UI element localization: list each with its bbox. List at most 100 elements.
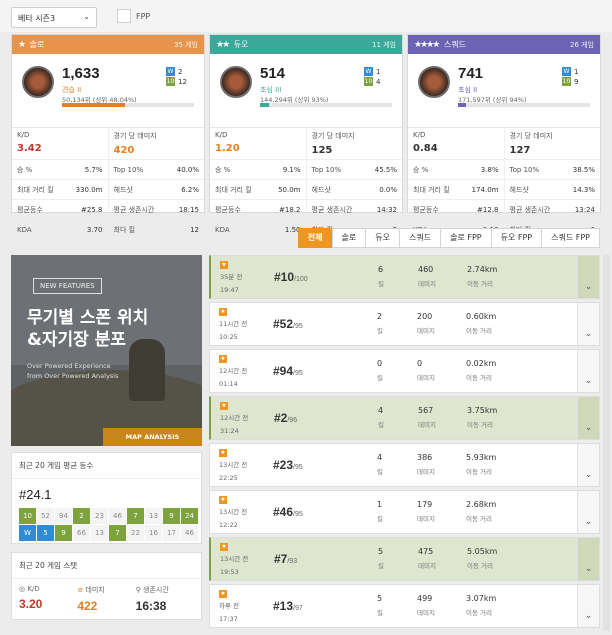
recent-kd: ◎ K/D 3.20 xyxy=(19,585,43,611)
match-damage: 200 데미지 xyxy=(417,312,435,335)
match-duration: 10:25 xyxy=(219,333,238,341)
mode-card: ★ 솔로 35 게임 1,633 견습 II 50,134위 (상위 48.04… xyxy=(11,34,205,240)
rank-cell: 46 xyxy=(181,525,198,541)
stat-row: 평균등수 #12.8 평균 생존시간 13:24 xyxy=(408,200,600,220)
stat-row: 승 % 3.8% Top 10% 38.5% xyxy=(408,160,600,180)
match-row[interactable]: ★ 13시간 전 12:22 #46/95 1킬 179 데미지 2.68km 이동… xyxy=(209,490,600,534)
stat-row: 최대 거리 킬 330.0m 헤드샷 6.2% xyxy=(12,180,204,200)
expand-chevron-icon[interactable]: ⌄ xyxy=(577,444,599,486)
tab-6[interactable]: 스쿼드 FPP xyxy=(541,228,600,248)
rank-progress-bar xyxy=(260,103,392,107)
recent-stats-title: 최근 20 게임 스탯 xyxy=(12,553,201,579)
match-damage: 499 데미지 xyxy=(417,594,435,617)
expand-chevron-icon[interactable]: ⌄ xyxy=(577,491,599,533)
solo-mode-icon: ★ xyxy=(219,308,227,316)
top10-icon: 10 xyxy=(562,77,571,86)
recent-survival: ⚲ 생존시간 16:38 xyxy=(135,586,169,613)
solo-mode-icon: ★ xyxy=(219,590,227,598)
expand-chevron-icon[interactable]: ⌄ xyxy=(577,538,599,580)
stat-row: KDA 3.70 최다 킬 12 xyxy=(12,220,204,240)
match-kills: 6킬 xyxy=(378,265,384,288)
rating: 514 xyxy=(260,65,286,82)
rating: 741 xyxy=(458,65,484,82)
match-placement: #46/95 xyxy=(273,505,303,519)
map-analysis-button[interactable]: MAP ANALYSIS xyxy=(103,428,202,446)
win-icon: W xyxy=(166,67,175,76)
rank-cell: 46 xyxy=(109,508,126,524)
rating-block: 1,633 견습 II 50,134위 (상위 48.04%) W2 10 12 xyxy=(12,54,204,128)
expand-chevron-icon[interactable]: ⌄ xyxy=(577,397,599,439)
tab-0[interactable]: 전체 xyxy=(297,228,333,248)
games-count: 11 게임 xyxy=(371,41,396,49)
match-distance: 3.07km 이동 거리 xyxy=(466,594,497,617)
expand-chevron-icon[interactable]: ⌄ xyxy=(577,256,599,298)
win-top10-badge: W1 10 9 xyxy=(562,67,579,86)
win-icon: W xyxy=(562,67,571,76)
match-duration: 01:14 xyxy=(219,380,238,388)
tab-2[interactable]: 듀오 xyxy=(365,228,400,248)
top10-icon: 10 xyxy=(364,77,373,86)
match-duration: 17:37 xyxy=(219,615,238,623)
season-select[interactable]: 베타 시즌3 ⌄ xyxy=(11,7,97,28)
mode-icon: ★★★★ xyxy=(414,40,440,50)
card-header: ★★ 듀오 11 게임 xyxy=(210,35,402,54)
match-row[interactable]: ★ 13시간 전 22:25 #23/95 4킬 386 데미지 5.93km 이동… xyxy=(209,443,600,487)
match-placement: #23/95 xyxy=(273,458,303,472)
rank-cell: 66 xyxy=(73,525,90,541)
match-row[interactable]: ★ 12시간 전 01:14 #94/95 0킬 0 데미지 0.02km 이동 거… xyxy=(209,349,600,393)
match-row[interactable]: ★ 35분 전 19:47 #10/100 6킬 460 데미지 2.74km 이동… xyxy=(209,255,600,299)
scrollbar[interactable] xyxy=(603,255,610,631)
rank-cell: 16 xyxy=(145,525,162,541)
match-row[interactable]: ★ 하루 전 17:37 #13/97 5킬 499 데미지 3.07km 이동 거… xyxy=(209,584,600,628)
match-duration: 12:22 xyxy=(219,521,238,529)
rank-cell: 22 xyxy=(127,525,144,541)
match-ago: 35분 전 xyxy=(220,273,243,281)
solo-mode-icon: ★ xyxy=(220,543,228,551)
stat-row: 최대 거리 킬 174.0m 헤드샷 14.3% xyxy=(408,180,600,200)
stat-row: 승 % 9.1% Top 10% 45.5% xyxy=(210,160,402,180)
rank-progress-bar xyxy=(458,103,590,107)
match-kills: 5킬 xyxy=(378,547,384,570)
expand-chevron-icon[interactable]: ⌄ xyxy=(577,350,599,392)
expand-chevron-icon[interactable]: ⌄ xyxy=(577,303,599,345)
match-placement: #52/95 xyxy=(273,317,303,331)
match-distance: 0.02km 이동 거리 xyxy=(466,359,497,382)
games-count: 26 게임 xyxy=(569,41,594,49)
rank-cell: 5 xyxy=(37,525,54,541)
match-distance: 5.05km 이동 거리 xyxy=(467,547,498,570)
tier-emblem-icon xyxy=(22,66,54,98)
fpp-checkbox[interactable] xyxy=(117,9,131,23)
season-label: 베타 시즌3 xyxy=(18,14,56,23)
banner-subtitle: Over Powered Experience from Over Powered… xyxy=(27,362,119,380)
rank-cell: 23 xyxy=(91,508,108,524)
kd-damage-row: K/D 1.20 경기 당 데미지 125 xyxy=(210,128,402,160)
match-placement: #7/93 xyxy=(274,552,298,566)
match-row[interactable]: ★ 11시간 전 10:25 #52/95 2킬 200 데미지 0.60km 이동… xyxy=(209,302,600,346)
match-ago: 13시간 전 xyxy=(219,461,248,469)
match-row[interactable]: ★ 13시간 전 19:53 #7/93 5킬 475 데미지 5.05km 이동 … xyxy=(209,537,600,581)
recent-stats-panel: 최근 20 게임 스탯 ◎ K/D 3.20 ≡ 데미지 422 ⚲ 생존시간 … xyxy=(11,552,202,620)
rank-cell: 2 xyxy=(73,508,90,524)
tab-3[interactable]: 스쿼드 xyxy=(399,228,442,248)
card-header: ★★★★ 스쿼드 26 게임 xyxy=(408,35,600,54)
match-ago: 12시간 전 xyxy=(220,414,249,422)
expand-chevron-icon[interactable]: ⌄ xyxy=(577,585,599,627)
avg-rank-title: 최근 20 게임 평균 등수 xyxy=(12,453,201,479)
map-analysis-banner[interactable]: NEW FEATURES 무기별 스폰 위치 &자기장 분포 Over Power… xyxy=(11,255,202,446)
match-ago: 12시간 전 xyxy=(219,367,248,375)
rank-cell: 13 xyxy=(91,525,108,541)
match-ago: 11시간 전 xyxy=(219,320,248,328)
tab-1[interactable]: 솔로 xyxy=(331,228,367,248)
tab-5[interactable]: 듀오 FPP xyxy=(490,228,543,248)
mode-card: ★★ 듀오 11 게임 514 초심 III 144,294위 (상위 93%)… xyxy=(209,34,403,240)
mode-name: 솔로 xyxy=(29,40,45,49)
rank-progress-bar xyxy=(62,103,194,107)
solo-mode-icon: ★ xyxy=(219,496,227,504)
recent-rank-grid: 10 52 94 2 23 46 7 13 9 24 W 5 9 66 13 7 22 16 17 46 xyxy=(12,502,201,541)
fpp-label: FPP xyxy=(136,12,151,21)
match-row[interactable]: ★ 12시간 전 31:24 #2/96 4킬 567 데미지 3.75km 이동 … xyxy=(209,396,600,440)
win-icon: W xyxy=(364,67,373,76)
match-damage: 475 데미지 xyxy=(418,547,436,570)
top-bar: 베타 시즌3 ⌄ FPP xyxy=(0,0,612,32)
tab-4[interactable]: 솔로 FPP xyxy=(440,228,492,248)
